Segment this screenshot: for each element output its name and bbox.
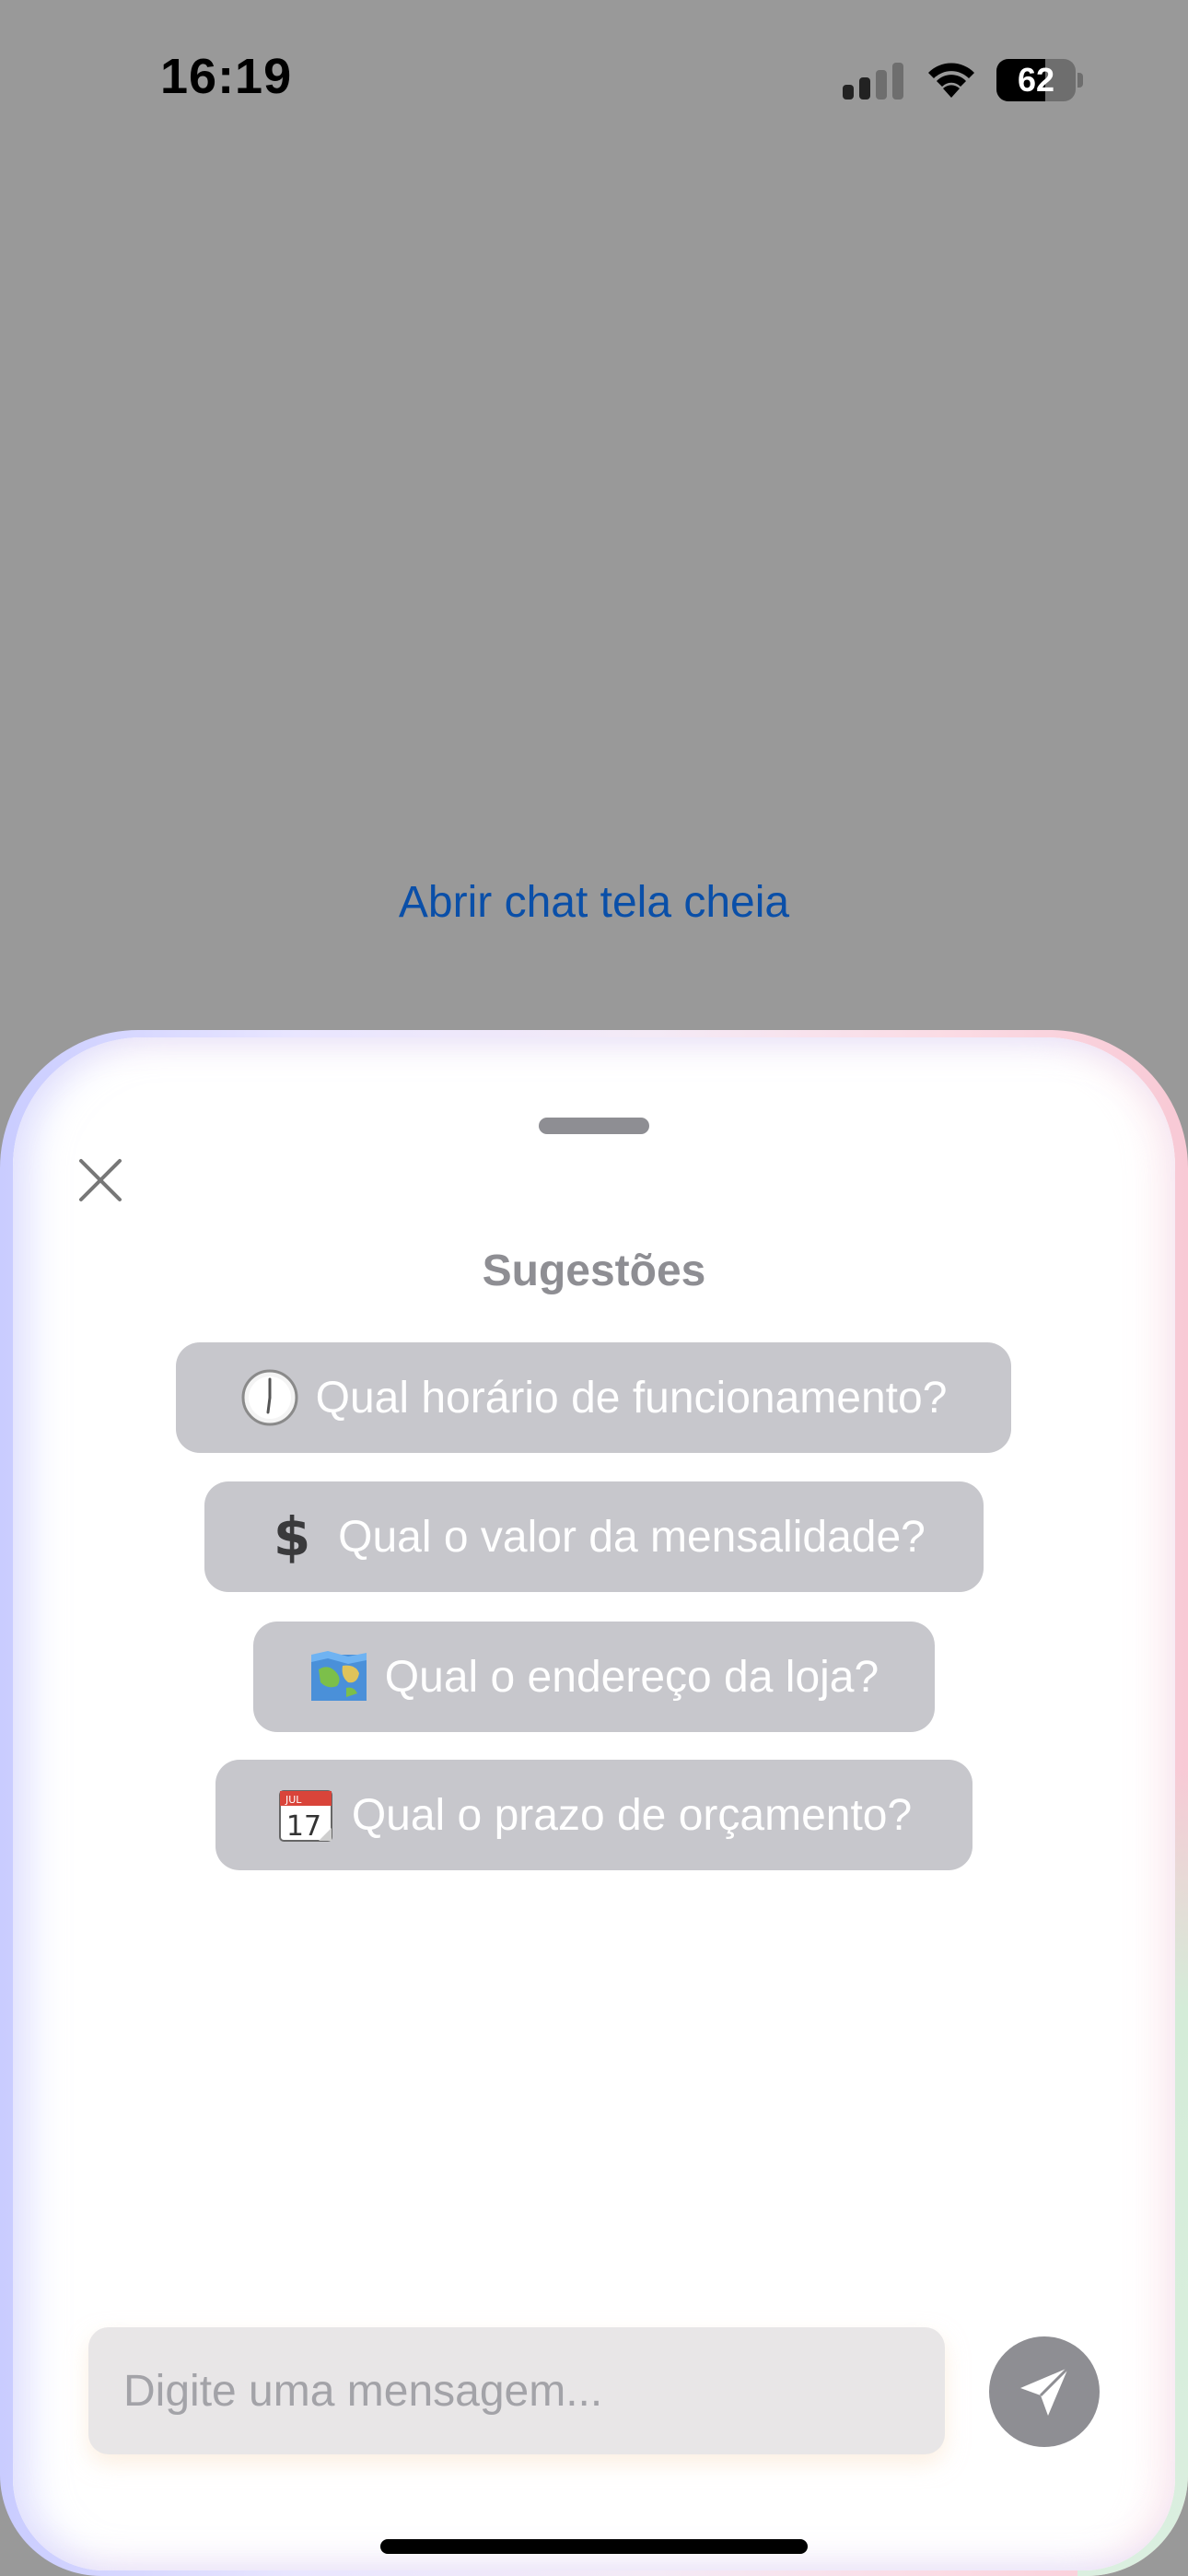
map-icon [309,1647,368,1706]
suggestion-label: Qual horário de funcionamento? [315,1373,948,1423]
suggestion-chip-deadline[interactable]: JUL 17 Qual o prazo de orçamento? [215,1760,973,1870]
calendar-day: 17 [286,1810,321,1843]
suggestion-chip-price[interactable]: $ Qual o valor da mensalidade? [204,1481,984,1592]
clock-icon [240,1368,299,1427]
wifi-icon [928,63,974,98]
suggestion-label: Qual o prazo de orçamento? [351,1790,913,1840]
suggestion-chip-hours[interactable]: Qual horário de funcionamento? [176,1342,1011,1453]
message-input[interactable] [88,2327,945,2454]
sheet-grabber[interactable] [539,1118,649,1134]
suggestions-title: Sugestões [482,1247,706,1295]
dollar-icon: $ [262,1507,321,1566]
suggestion-chip-address[interactable]: Qual o endereço da loja? [253,1622,935,1732]
cellular-signal-icon [843,63,905,100]
status-time: 16:19 [160,49,293,104]
open-full-screen-chat-link[interactable]: Abrir chat tela cheia [0,877,1188,928]
close-icon[interactable] [72,1152,129,1209]
svg-text:$: $ [274,1507,310,1566]
calendar-icon: JUL 17 [276,1786,335,1844]
calendar-month: JUL [285,1794,302,1806]
send-button[interactable] [989,2336,1100,2447]
suggestion-label: Qual o valor da mensalidade? [338,1512,926,1562]
battery-icon: 62 [996,59,1083,101]
send-icon [1020,2366,1070,2416]
suggestion-label: Qual o endereço da loja? [384,1652,879,1702]
home-indicator [380,2539,808,2554]
battery-level: 62 [1017,61,1055,99]
